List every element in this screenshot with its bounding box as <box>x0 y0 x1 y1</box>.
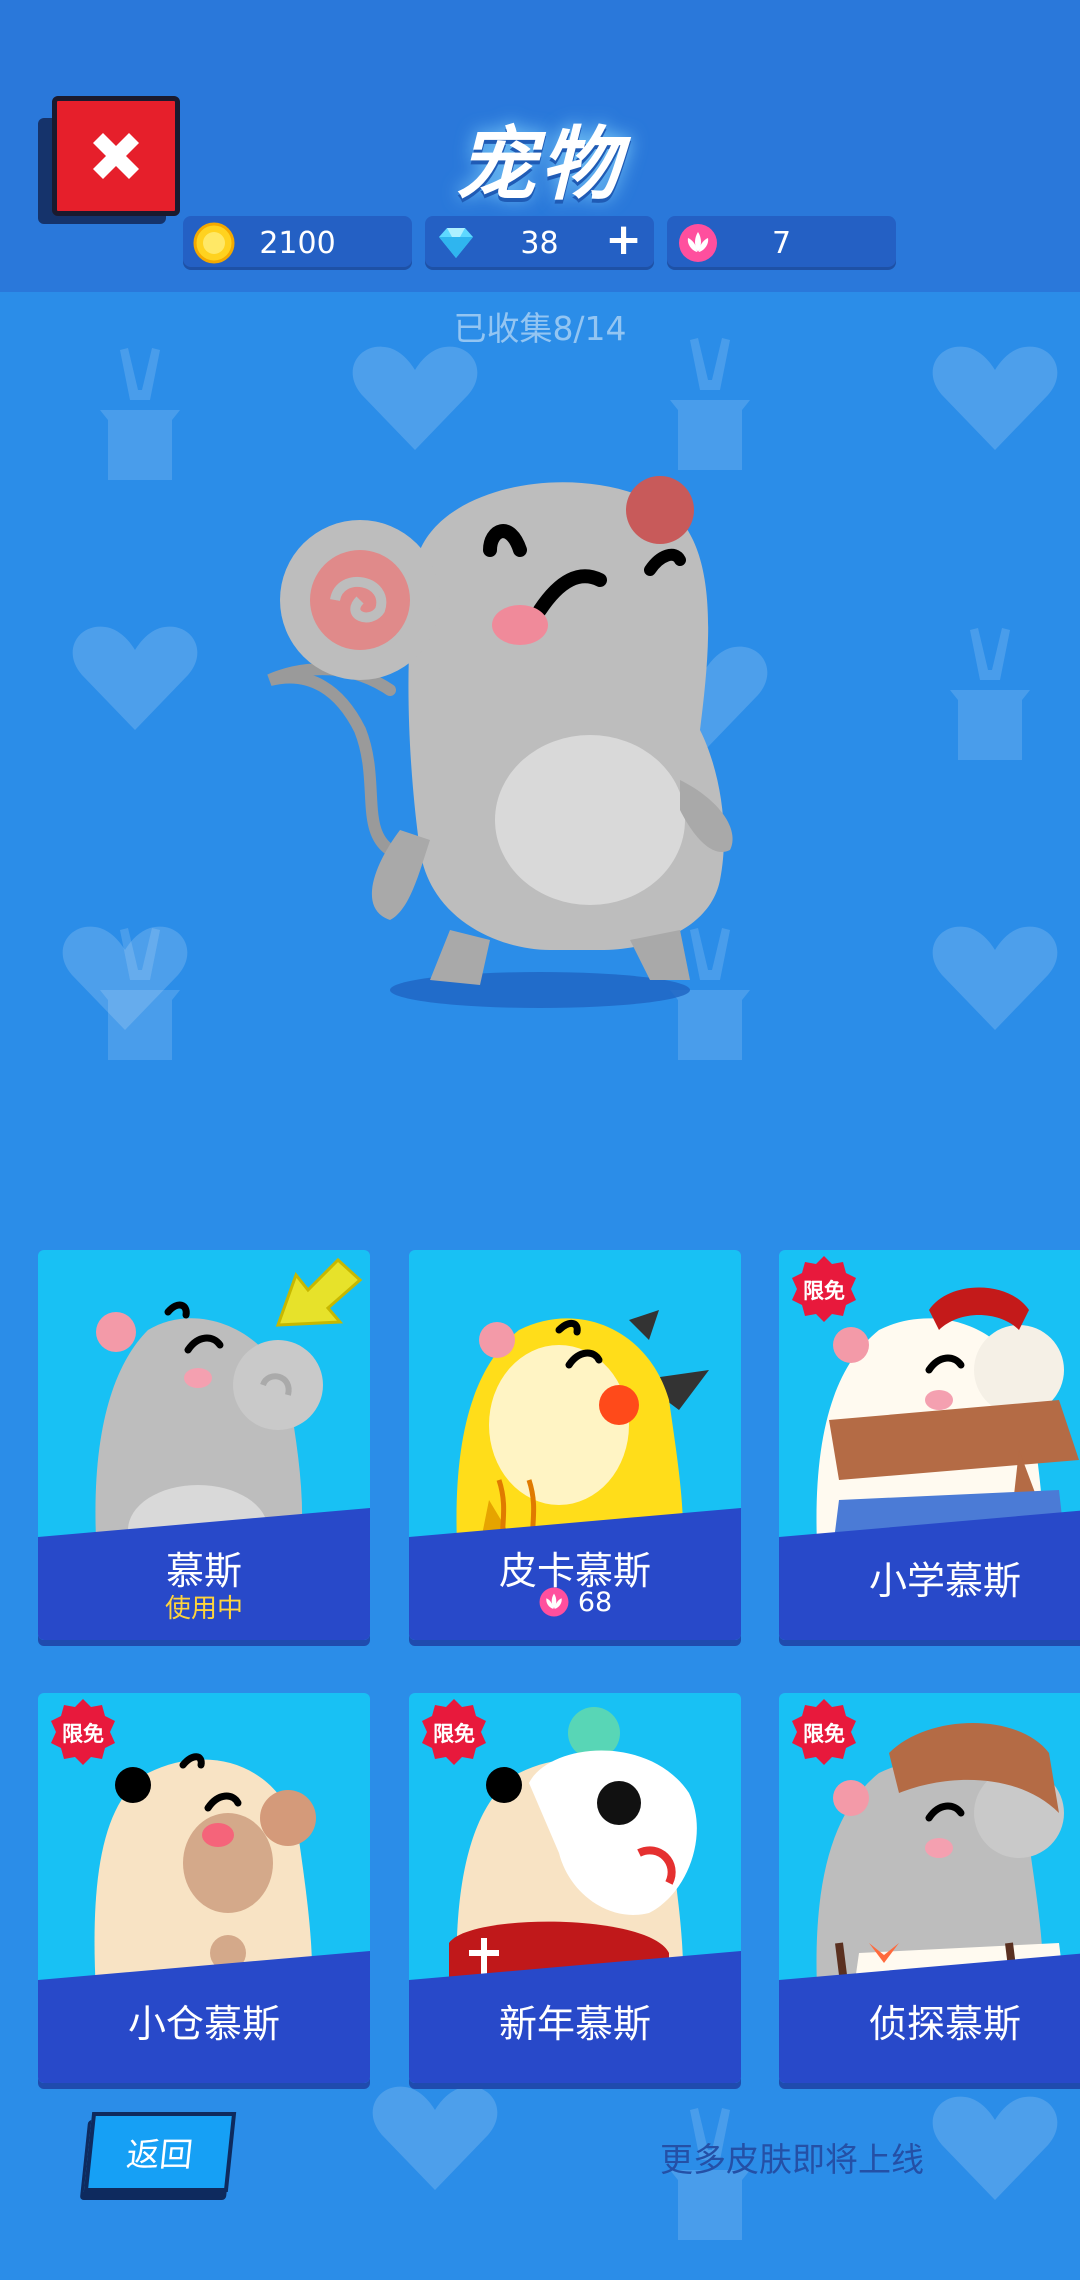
lotus-value: 7 <box>771 225 792 261</box>
top-bar: 宠物 2100 38 + 7 <box>0 0 1080 292</box>
lotus-icon <box>539 1587 569 1617</box>
free-badge-label: 限免 <box>433 1722 475 1746</box>
pet-name: 小仓慕斯 <box>127 2002 280 2046</box>
close-x-icon <box>93 133 139 179</box>
pet-card-mousse[interactable]: 慕斯 使用中 <box>38 1250 370 1640</box>
back-button-label: 返回 <box>124 2135 195 2174</box>
heart-icon <box>932 926 1058 1030</box>
bunny-hat-icon <box>100 348 180 480</box>
lotus-counter: 7 <box>667 216 896 270</box>
in-use-status: 使用中 <box>164 1594 243 1624</box>
page-title: 宠物 <box>456 118 624 211</box>
free-badge-label: 限免 <box>803 1279 845 1303</box>
free-badge-label: 限免 <box>803 1722 845 1746</box>
add-diamond-icon[interactable]: + <box>605 214 642 265</box>
pet-price: 68 <box>409 1586 741 1618</box>
pet-name: 侦探慕斯 <box>868 2002 1021 2046</box>
bunny-hat-icon <box>950 628 1030 760</box>
pet-card-hamster-mousse[interactable]: 限免 小仓慕斯 <box>38 1693 370 2083</box>
pet-card-pika-mousse[interactable]: 皮卡慕斯 68 <box>409 1250 741 1640</box>
coin-counter: 2100 <box>183 216 412 270</box>
heart-icon <box>372 2086 498 2190</box>
pet-card-newyear-mousse[interactable]: 限免 新年慕斯 <box>409 1693 741 2083</box>
pet-name: 慕斯 <box>165 1549 242 1593</box>
collection-progress: 已收集8/14 <box>453 309 627 348</box>
coin-value: 2100 <box>259 225 336 261</box>
pet-card-school-mousse[interactable]: 限免 小学慕斯 <box>779 1250 1080 1640</box>
pet-card-detective-mousse[interactable]: 限免 侦探慕斯 <box>779 1693 1080 2083</box>
price-value: 68 <box>577 1586 613 1618</box>
heart-icon <box>72 626 198 730</box>
selected-arrow-icon <box>275 1257 363 1327</box>
pet-name: 新年慕斯 <box>498 2002 651 2046</box>
pika-mousse-pet-art <box>456 1310 709 1550</box>
back-button[interactable]: 返回 <box>79 2112 237 2200</box>
diamond-counter[interactable]: 38 + <box>425 214 654 270</box>
bunny-hat-icon <box>100 928 180 1060</box>
heart-icon <box>932 346 1058 450</box>
heart-icon <box>352 346 478 450</box>
free-badge-label: 限免 <box>62 1722 104 1746</box>
mouse-pet-preview <box>267 476 733 1008</box>
close-button[interactable] <box>38 96 180 224</box>
pet-name: 小学慕斯 <box>868 1559 1021 1603</box>
more-skins-coming-text: 更多皮肤即将上线 <box>660 2140 924 2179</box>
